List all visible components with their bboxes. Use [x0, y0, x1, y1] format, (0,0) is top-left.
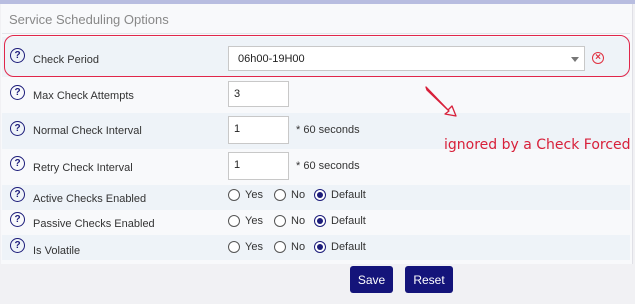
- active-checks-default-label: Default: [331, 189, 366, 201]
- normal-check-interval-unit: * 60 seconds: [296, 124, 360, 136]
- is-volatile-no-label: No: [291, 241, 306, 253]
- active-checks-default-radio[interactable]: [314, 189, 326, 201]
- active-checks-yes-radio[interactable]: [228, 189, 240, 201]
- section-title: Service Scheduling Options: [9, 12, 169, 27]
- passive-checks-yes-label: Yes: [245, 215, 263, 227]
- help-icon[interactable]: ?: [10, 212, 25, 227]
- max-check-attempts-input[interactable]: 3: [228, 81, 289, 107]
- is-volatile-label: Is Volatile: [33, 245, 81, 257]
- help-icon[interactable]: ?: [10, 85, 25, 100]
- reset-button[interactable]: Reset: [405, 266, 453, 293]
- help-icon[interactable]: ?: [10, 187, 25, 202]
- annotation-text: ignored by a Check Forced: [444, 137, 631, 153]
- retry-check-interval-label: Retry Check Interval: [33, 162, 133, 174]
- is-volatile-default-radio[interactable]: [314, 241, 326, 253]
- help-icon[interactable]: ?: [10, 121, 25, 136]
- active-checks-label: Active Checks Enabled: [33, 193, 147, 205]
- section-divider: [2, 33, 630, 34]
- normal-check-interval-label: Normal Check Interval: [33, 125, 142, 137]
- is-volatile-default-label: Default: [331, 241, 366, 253]
- annotation-arrow-icon: [425, 86, 457, 117]
- passive-checks-no-radio[interactable]: [274, 215, 286, 227]
- help-icon[interactable]: ?: [10, 156, 25, 171]
- passive-checks-default-radio[interactable]: [314, 215, 326, 227]
- help-icon[interactable]: ?: [10, 238, 25, 253]
- annotation-highlight-box: [4, 35, 630, 77]
- active-checks-no-radio[interactable]: [274, 189, 286, 201]
- normal-check-interval-input[interactable]: 1: [228, 116, 289, 144]
- passive-checks-no-label: No: [291, 215, 306, 227]
- retry-check-interval-unit: * 60 seconds: [296, 160, 360, 172]
- active-checks-yes-label: Yes: [245, 189, 263, 201]
- is-volatile-yes-radio[interactable]: [228, 241, 240, 253]
- save-button[interactable]: Save: [350, 266, 393, 293]
- max-check-attempts-label: Max Check Attempts: [33, 90, 134, 102]
- passive-checks-label: Passive Checks Enabled: [33, 218, 155, 230]
- passive-checks-yes-radio[interactable]: [228, 215, 240, 227]
- passive-checks-default-label: Default: [331, 215, 366, 227]
- retry-check-interval-input[interactable]: 1: [228, 152, 289, 180]
- is-volatile-yes-label: Yes: [245, 241, 263, 253]
- is-volatile-no-radio[interactable]: [274, 241, 286, 253]
- active-checks-no-label: No: [291, 189, 306, 201]
